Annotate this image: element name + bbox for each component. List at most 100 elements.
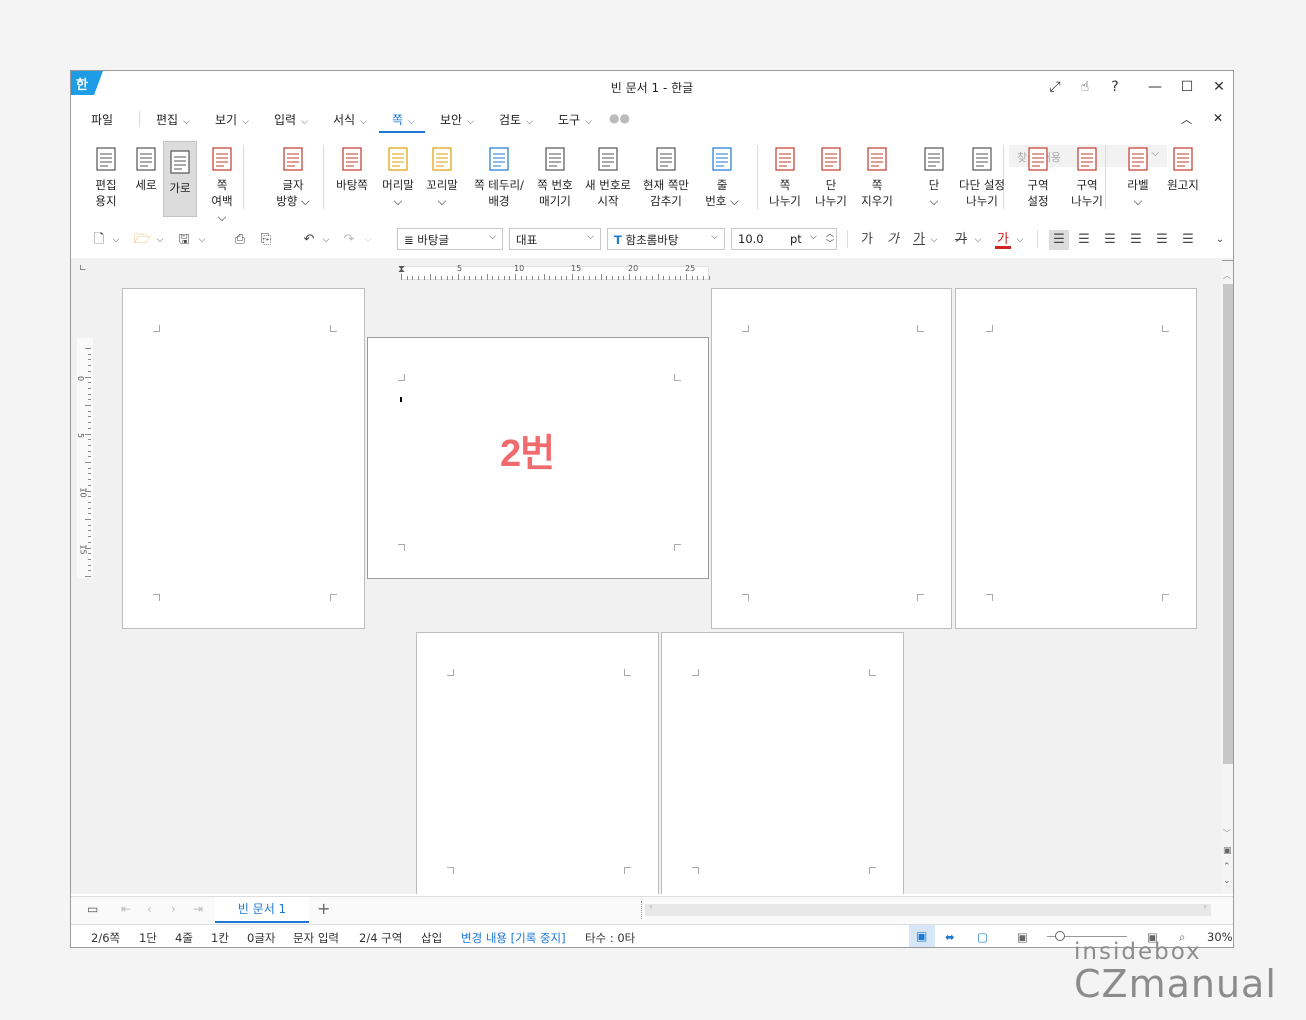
- ribbon-header-button[interactable]: 머리말 ⌵: [379, 139, 417, 209]
- ribbon-section-break-button[interactable]: 구역 나누기: [1065, 139, 1109, 209]
- ribbon-footer-button[interactable]: 꼬리말 ⌵: [423, 139, 461, 209]
- font-color-dropdown-icon[interactable]: ⌵: [1015, 230, 1025, 250]
- prev-page-icon[interactable]: ⌃: [1223, 862, 1231, 872]
- ribbon-column-break-button[interactable]: 단 나누기: [811, 139, 851, 209]
- view-page-icon[interactable]: ▣: [909, 925, 935, 947]
- ribbon-hide-page-button[interactable]: 현재 쪽만 감추기: [639, 139, 693, 209]
- new-doc-dropdown-icon[interactable]: ⌵: [111, 230, 121, 250]
- fullscreen-icon[interactable]: ⤢: [1041, 75, 1069, 99]
- next-page-icon[interactable]: ⌄: [1223, 876, 1231, 886]
- align-center-button[interactable]: ☰: [1101, 230, 1119, 250]
- tab-document-1[interactable]: 빈 문서 1: [215, 897, 309, 923]
- ribbon-page-margin-button[interactable]: 쪽 여백 ⌵: [206, 139, 238, 225]
- print-preview-icon[interactable]: ⎘: [257, 230, 275, 250]
- align-distribute-button[interactable]: ☰: [1153, 230, 1171, 250]
- menu-format[interactable]: 서식 ⌵: [333, 111, 367, 128]
- ribbon-page-number-button[interactable]: 쪽 번호 매기기: [533, 139, 577, 209]
- status-track-changes[interactable]: 변경 내용 [기록 중지]: [461, 930, 566, 946]
- align-split-button[interactable]: ☰: [1179, 230, 1197, 250]
- horizontal-ruler[interactable]: 5 10 15 20 25 ⧗: [365, 260, 710, 284]
- prev-tab-icon[interactable]: ‹: [147, 902, 152, 916]
- ribbon-page-break-button[interactable]: 쪽 나누기: [763, 139, 807, 209]
- ribbon-multi-column-button[interactable]: 다단 설정 나누기: [955, 139, 1009, 209]
- collapse-ribbon-icon[interactable]: ︿: [1181, 111, 1192, 127]
- last-tab-icon[interactable]: ⇥: [193, 902, 203, 916]
- split-handle[interactable]: [1222, 260, 1233, 269]
- ribbon-columns-button[interactable]: 단 ⌵: [917, 139, 951, 209]
- menu-view[interactable]: 보기 ⌵: [215, 111, 249, 128]
- close-doc-icon[interactable]: ✕: [1213, 111, 1223, 125]
- next-tab-icon[interactable]: ›: [171, 902, 176, 916]
- first-tab-icon[interactable]: ⇤: [121, 902, 131, 916]
- view-option-icon[interactable]: ▣: [1017, 930, 1028, 944]
- redo-icon[interactable]: ↷: [341, 230, 357, 250]
- font-color-button[interactable]: 가: [995, 230, 1011, 249]
- status-insert[interactable]: 삽입: [421, 930, 442, 946]
- ribbon-landscape-button[interactable]: 가로: [163, 141, 197, 217]
- menu-insert[interactable]: 입력 ⌵: [274, 111, 308, 128]
- hand-tool-icon[interactable]: ☝: [1071, 75, 1099, 99]
- new-doc-icon[interactable]: 🗋: [91, 230, 107, 250]
- maximize-button[interactable]: ☐: [1173, 75, 1201, 99]
- bold-button[interactable]: 가: [859, 230, 875, 250]
- style-select[interactable]: ≣ 바탕글 ⌵: [397, 228, 503, 250]
- font-select[interactable]: T 함초롬바탕 ⌵: [607, 228, 725, 250]
- italic-button[interactable]: 가: [885, 230, 901, 250]
- strikethrough-button[interactable]: 가: [953, 230, 969, 250]
- close-button[interactable]: ✕: [1205, 75, 1233, 99]
- ribbon-line-number-button[interactable]: 줄 번호 ⌵: [701, 139, 743, 209]
- vertical-scrollbar[interactable]: ︿ ﹀ ▣ ⌃ ⌄: [1221, 258, 1233, 894]
- menu-tools[interactable]: 도구 ⌵: [558, 111, 592, 128]
- ribbon-page-border-button[interactable]: 쪽 테두리/ 배경: [471, 139, 527, 209]
- status-mode[interactable]: 문자 입력: [293, 930, 339, 946]
- page-4[interactable]: [955, 288, 1197, 629]
- open-folder-icon[interactable]: 🗁: [133, 230, 151, 250]
- strike-dropdown-icon[interactable]: ⌵: [973, 230, 983, 250]
- ribbon-delete-page-button[interactable]: 쪽 지우기: [857, 139, 897, 209]
- ribbon-manuscript-button[interactable]: 원고지: [1163, 139, 1203, 193]
- ribbon-new-number-button[interactable]: 새 번호로 시작: [583, 139, 633, 209]
- page-1[interactable]: [122, 288, 365, 629]
- view-width-icon[interactable]: ⬌: [945, 930, 955, 944]
- document-area[interactable]: ∟ 5 10 15 20 25 ⧗ 0 5 10 15 2번: [71, 258, 1221, 894]
- menu-security[interactable]: 보안 ⌵: [440, 111, 474, 128]
- scroll-up-icon[interactable]: ︿: [1223, 270, 1231, 281]
- page-view-icon[interactable]: ▣: [1223, 846, 1232, 856]
- font-size-input[interactable]: 10.0 pt ⌵ ︿ ﹀: [731, 228, 837, 250]
- users-icon[interactable]: ●●: [609, 111, 630, 125]
- undo-dropdown-icon[interactable]: ⌵: [321, 230, 331, 250]
- ribbon-label-button[interactable]: 라벨 ⌵: [1121, 139, 1155, 209]
- menu-file[interactable]: 파일: [91, 111, 113, 128]
- underline-button[interactable]: 가: [911, 230, 927, 250]
- redo-dropdown-icon[interactable]: ⌵: [363, 230, 373, 250]
- page-5[interactable]: [416, 632, 659, 894]
- scroll-thumb[interactable]: [1223, 284, 1233, 764]
- page-2-landscape[interactable]: 2번: [367, 337, 709, 579]
- ribbon-text-direction-button[interactable]: 글자 방향 ⌵: [271, 139, 315, 209]
- align-right-button[interactable]: ☰: [1127, 230, 1145, 250]
- help-icon[interactable]: ?: [1101, 75, 1129, 99]
- save-dropdown-icon[interactable]: ⌵: [197, 230, 207, 250]
- align-left-button[interactable]: ☰: [1075, 230, 1093, 250]
- add-tab-button[interactable]: +: [317, 899, 330, 918]
- menu-edit[interactable]: 편집 ⌵: [156, 111, 190, 128]
- vertical-ruler[interactable]: 0 5 10 15: [76, 338, 93, 578]
- page-6[interactable]: [661, 632, 904, 894]
- menu-review[interactable]: 검토 ⌵: [499, 111, 533, 128]
- view-full-icon[interactable]: ▢: [977, 930, 988, 944]
- more-toolbar-icon[interactable]: ⌄: [1213, 230, 1227, 250]
- indent-marker[interactable]: ⧗: [398, 264, 405, 275]
- minimize-button[interactable]: —: [1141, 75, 1169, 99]
- save-icon[interactable]: 🖫: [175, 230, 193, 250]
- ribbon-portrait-button[interactable]: 세로: [131, 139, 161, 193]
- split-divider[interactable]: [641, 901, 643, 919]
- status-page[interactable]: 2/6쪽: [91, 930, 120, 946]
- menu-page[interactable]: 쪽 ⌵: [392, 111, 415, 128]
- open-dropdown-icon[interactable]: ⌵: [155, 230, 165, 250]
- scroll-down-icon[interactable]: ﹀: [1223, 828, 1231, 839]
- align-justify-button[interactable]: ☰: [1049, 230, 1069, 250]
- language-select[interactable]: 대표 ⌵: [509, 228, 601, 250]
- tab-stop-icon[interactable]: ∟: [79, 264, 87, 274]
- ribbon-page-setup-button[interactable]: 편집 용지: [91, 139, 121, 209]
- zoom-slider-handle[interactable]: [1055, 931, 1065, 941]
